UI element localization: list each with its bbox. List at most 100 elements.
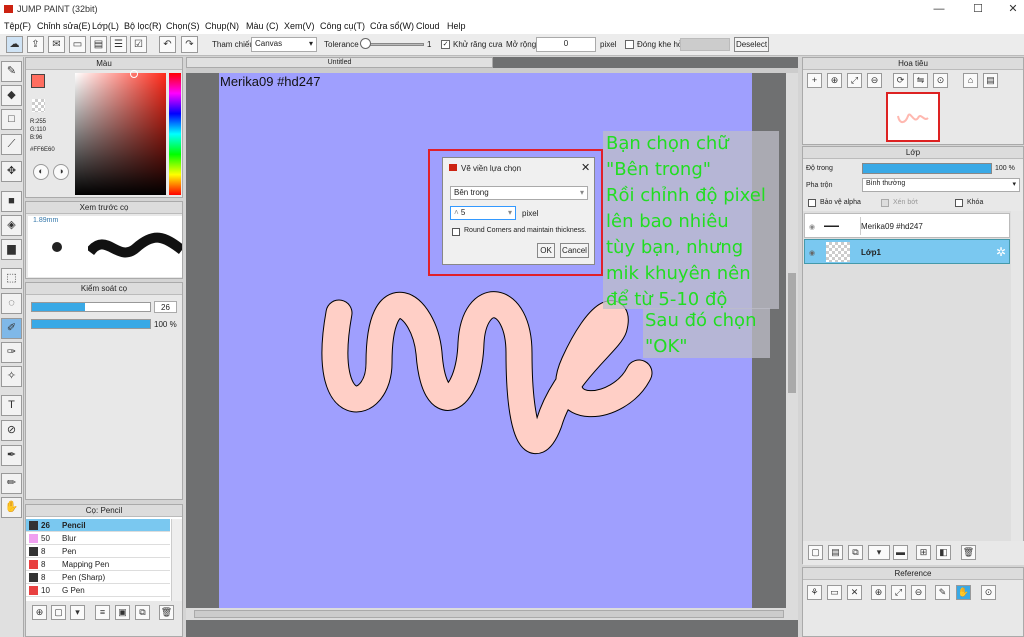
select-eraser-tool-icon[interactable]: ✑ (1, 342, 22, 363)
transparent-swatch[interactable] (32, 99, 45, 112)
rotate-icon[interactable]: ⟳ (893, 73, 908, 88)
menu-view[interactable]: Xem(V) (284, 21, 315, 31)
reference-select[interactable]: Canvas ▾ (251, 37, 317, 52)
line-tool-icon[interactable]: ⟋ (1, 134, 22, 155)
clip-checkbox[interactable] (881, 199, 889, 207)
hand-tool-icon[interactable]: ✋ (1, 497, 22, 518)
menu-capture[interactable]: Chụp(N) (205, 21, 239, 31)
document-tab[interactable]: Untitled (186, 57, 493, 68)
protect-alpha-checkbox[interactable] (808, 199, 816, 207)
palette-settings-icon[interactable]: ◑ (53, 164, 69, 180)
ref-cloud-icon[interactable]: ⚘ (807, 585, 822, 600)
layer-add-menu-icon[interactable]: ▾ (868, 545, 890, 560)
undo-icon[interactable]: ↶ (159, 36, 176, 53)
dropper-tool-icon[interactable]: ⊘ (1, 420, 22, 441)
gradient-tool-icon[interactable]: ▆ (1, 239, 22, 260)
menu-color[interactable]: Màu (C) (246, 21, 279, 31)
dialog-close-icon[interactable]: ✕ (581, 161, 590, 174)
menu-filter[interactable]: Bộ lọc(R) (124, 21, 162, 31)
lock-checkbox[interactable] (955, 199, 963, 207)
smudge-tool-icon[interactable]: ✏ (1, 473, 22, 494)
zoom-in-icon[interactable]: + (807, 73, 822, 88)
zoom-in-2-icon[interactable]: ⊕ (827, 73, 842, 88)
flip-icon[interactable]: ⇋ (913, 73, 928, 88)
tolerance-slider[interactable] (362, 43, 424, 46)
eraser-tool-icon[interactable]: ◆ (1, 85, 22, 106)
menu-tools[interactable]: Công cụ(T) (320, 21, 365, 31)
layer-folder-icon[interactable]: ▬ (893, 545, 908, 560)
layer-copy-icon[interactable]: ⧉ (848, 545, 863, 560)
ref-fit-icon[interactable]: ⤢ (891, 585, 906, 600)
menu-layer[interactable]: Lớp(L) (92, 21, 119, 31)
ref-zoom-in-icon[interactable]: ⊕ (871, 585, 886, 600)
visibility-eye-icon[interactable]: ◉ (809, 223, 815, 231)
zoom-out-icon[interactable]: ⊖ (867, 73, 882, 88)
ref-zoom-out-icon[interactable]: ⊖ (911, 585, 926, 600)
shape-tool-icon[interactable]: ■ (1, 191, 22, 212)
menu-select[interactable]: Chọn(S) (166, 21, 200, 31)
brush-opacity-slider[interactable] (31, 319, 151, 329)
expand-input[interactable]: 0 (536, 37, 596, 52)
brush-list-scrollbar[interactable] (171, 519, 182, 605)
menu-edit[interactable]: Chỉnh sửa(E) (37, 21, 91, 31)
ref-settings-icon[interactable]: ⊙ (981, 585, 996, 600)
layer-delete-icon[interactable]: 🗑 (961, 545, 976, 560)
move-tool-icon[interactable]: ✥ (1, 161, 22, 182)
layer-mask-icon[interactable]: ◧ (936, 545, 951, 560)
ok-button[interactable]: OK (537, 243, 555, 258)
brush-row[interactable]: 50 Blur (26, 532, 170, 545)
brush-size-slider[interactable] (31, 302, 151, 312)
new-layer-2-icon[interactable]: ▤ (828, 545, 843, 560)
ref-open-icon[interactable]: ▭ (827, 585, 842, 600)
brush-add-icon[interactable]: ⊕ (32, 605, 47, 620)
brush-settings-icon[interactable]: ≡ (95, 605, 110, 620)
list-icon[interactable]: ☰ (110, 36, 127, 53)
rectangle-tool-icon[interactable]: □ (1, 109, 22, 130)
layer-merge-icon[interactable]: ⊞ (916, 545, 931, 560)
tolerance-slider-handle[interactable] (360, 38, 371, 49)
navigator-extra-icon[interactable]: ▤ (983, 73, 998, 88)
speech-icon[interactable]: ▭ (69, 36, 86, 53)
brush-row[interactable]: 10 G Pen (26, 584, 170, 597)
brush-delete-icon[interactable]: 🗑 (159, 605, 174, 620)
layer-scrollbar[interactable] (1011, 211, 1023, 541)
brush-folder-icon[interactable]: ▢ (51, 605, 66, 620)
cancel-button[interactable]: Cancel (560, 243, 589, 258)
menu-window[interactable]: Cửa sổ(W) (370, 21, 414, 31)
magic-wand-tool-icon[interactable]: ✧ (1, 366, 22, 387)
brush-row[interactable]: 26 Pencil (26, 519, 170, 532)
close-window-button[interactable]: ✕ (1006, 2, 1020, 16)
check-list-icon[interactable]: ☑ (130, 36, 147, 53)
pen-tool-icon[interactable]: ✒ (1, 445, 22, 466)
menu-help[interactable]: Help (447, 21, 466, 31)
comment-icon[interactable]: ✉ (48, 36, 65, 53)
layer-opacity-slider[interactable] (862, 163, 992, 174)
ref-pick-icon[interactable]: ✎ (935, 585, 950, 600)
brush-copy-icon[interactable]: ⧉ (135, 605, 150, 620)
ref-hand-icon[interactable]: ✋ (956, 585, 971, 600)
navigator-thumbnail[interactable] (886, 92, 940, 142)
primary-color-swatch[interactable] (31, 74, 45, 88)
brush-row[interactable]: 8 Mapping Pen (26, 558, 170, 571)
page-icon[interactable]: ▤ (90, 36, 107, 53)
antialias-checkbox[interactable]: ✓ (441, 40, 450, 49)
deselect-button[interactable]: Deselect (734, 37, 769, 52)
maximize-button[interactable]: ☐ (971, 2, 985, 16)
visibility-eye-icon[interactable]: ◉ (809, 249, 815, 257)
horizontal-scrollbar[interactable] (186, 608, 798, 620)
brush-tool-icon[interactable]: ✎ (1, 61, 22, 82)
layer-row-text[interactable]: ◉ ▬▬▬ Merika09 #hd247 (804, 213, 1010, 238)
brush-new-icon[interactable]: ▾ (70, 605, 85, 620)
redo-icon[interactable]: ↷ (181, 36, 198, 53)
navigator-settings-icon[interactable]: ⌂ (963, 73, 978, 88)
menu-cloud[interactable]: Cloud (416, 21, 440, 31)
brush-group-icon[interactable]: ▣ (115, 605, 130, 620)
saturation-value-picker[interactable] (75, 73, 166, 195)
blend-select[interactable]: Bình thường ▾ (862, 178, 1020, 192)
select-rect-tool-icon[interactable]: ⬚ (1, 268, 22, 289)
layer-row-selected[interactable]: ◉ Lớp1 ✲ (804, 239, 1010, 264)
brush-row[interactable]: 8 Pen (Sharp) (26, 571, 170, 584)
layer-settings-icon[interactable]: ✲ (996, 245, 1006, 259)
menu-file[interactable]: Tệp(F) (4, 21, 31, 31)
palette-icon[interactable]: ◐ (33, 164, 49, 180)
